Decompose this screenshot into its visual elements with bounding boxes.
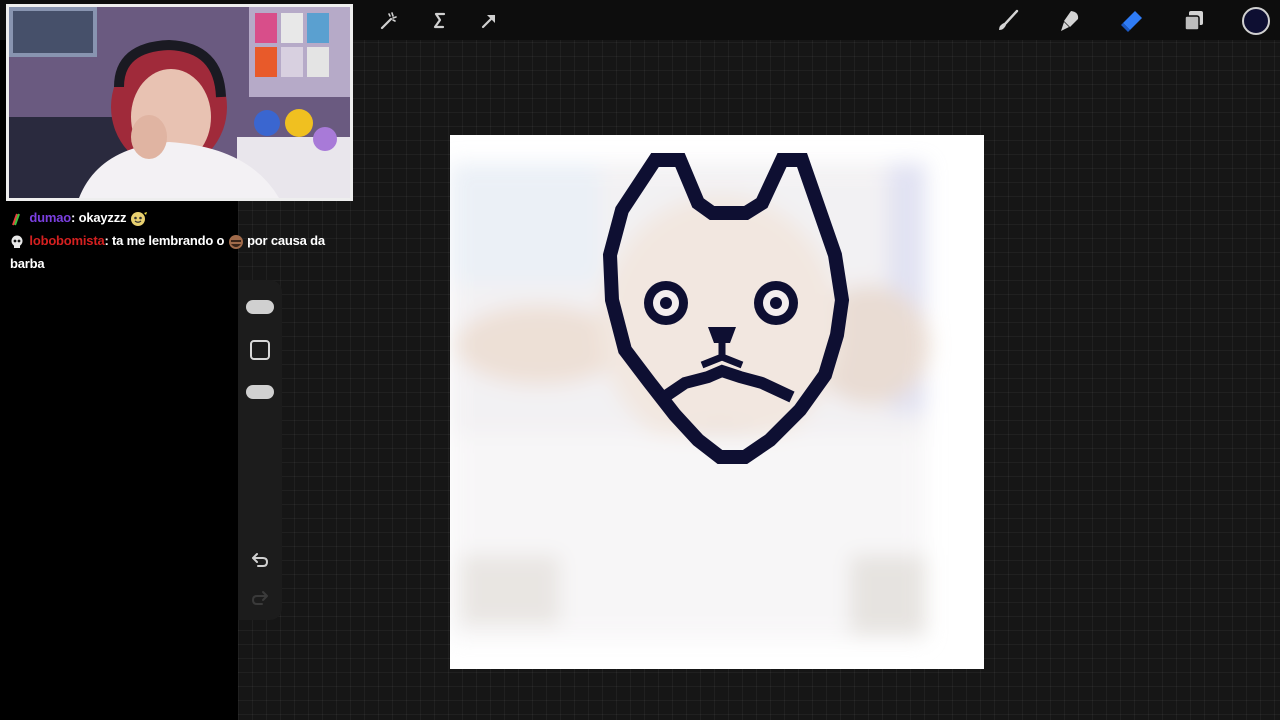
chat-message: lobobomista: ta me lembrando o por causa… <box>10 229 340 275</box>
skull-badge-icon <box>10 234 26 250</box>
smile-emote-icon <box>130 211 147 227</box>
redo-icon[interactable] <box>250 588 270 608</box>
brush-size-slider[interactable] <box>246 300 274 314</box>
reference-photo <box>450 163 930 641</box>
canvas-artwork <box>450 153 930 641</box>
modify-button[interactable] <box>250 340 270 360</box>
face-emote-icon <box>228 234 244 250</box>
selection-s-icon[interactable] <box>426 8 452 34</box>
color-swatch-icon[interactable] <box>1241 6 1271 36</box>
undo-icon[interactable] <box>250 550 270 570</box>
webcam-feed <box>6 4 353 201</box>
eraser-icon[interactable] <box>1119 8 1145 34</box>
stream-chat: dumao: okayzzz lobobomista: ta me lembra… <box>10 206 340 275</box>
smudge-icon[interactable] <box>1057 8 1083 34</box>
transform-arrow-icon[interactable] <box>476 8 502 34</box>
opacity-slider[interactable] <box>246 385 274 399</box>
chat-message: dumao: okayzzz <box>10 206 340 229</box>
adjustments-wand-icon[interactable] <box>376 8 402 34</box>
chat-text: okayzzz <box>75 210 127 225</box>
layers-icon[interactable] <box>1181 8 1207 34</box>
chat-username[interactable]: lobobomista <box>29 233 104 248</box>
brush-icon[interactable] <box>995 8 1021 34</box>
chat-text: ta me lembrando o <box>108 233 225 248</box>
drawing-canvas[interactable] <box>450 135 984 669</box>
rainbow-badge-icon <box>10 211 26 227</box>
chat-username[interactable]: dumao <box>29 210 71 225</box>
sidebar-sliders <box>238 280 282 620</box>
